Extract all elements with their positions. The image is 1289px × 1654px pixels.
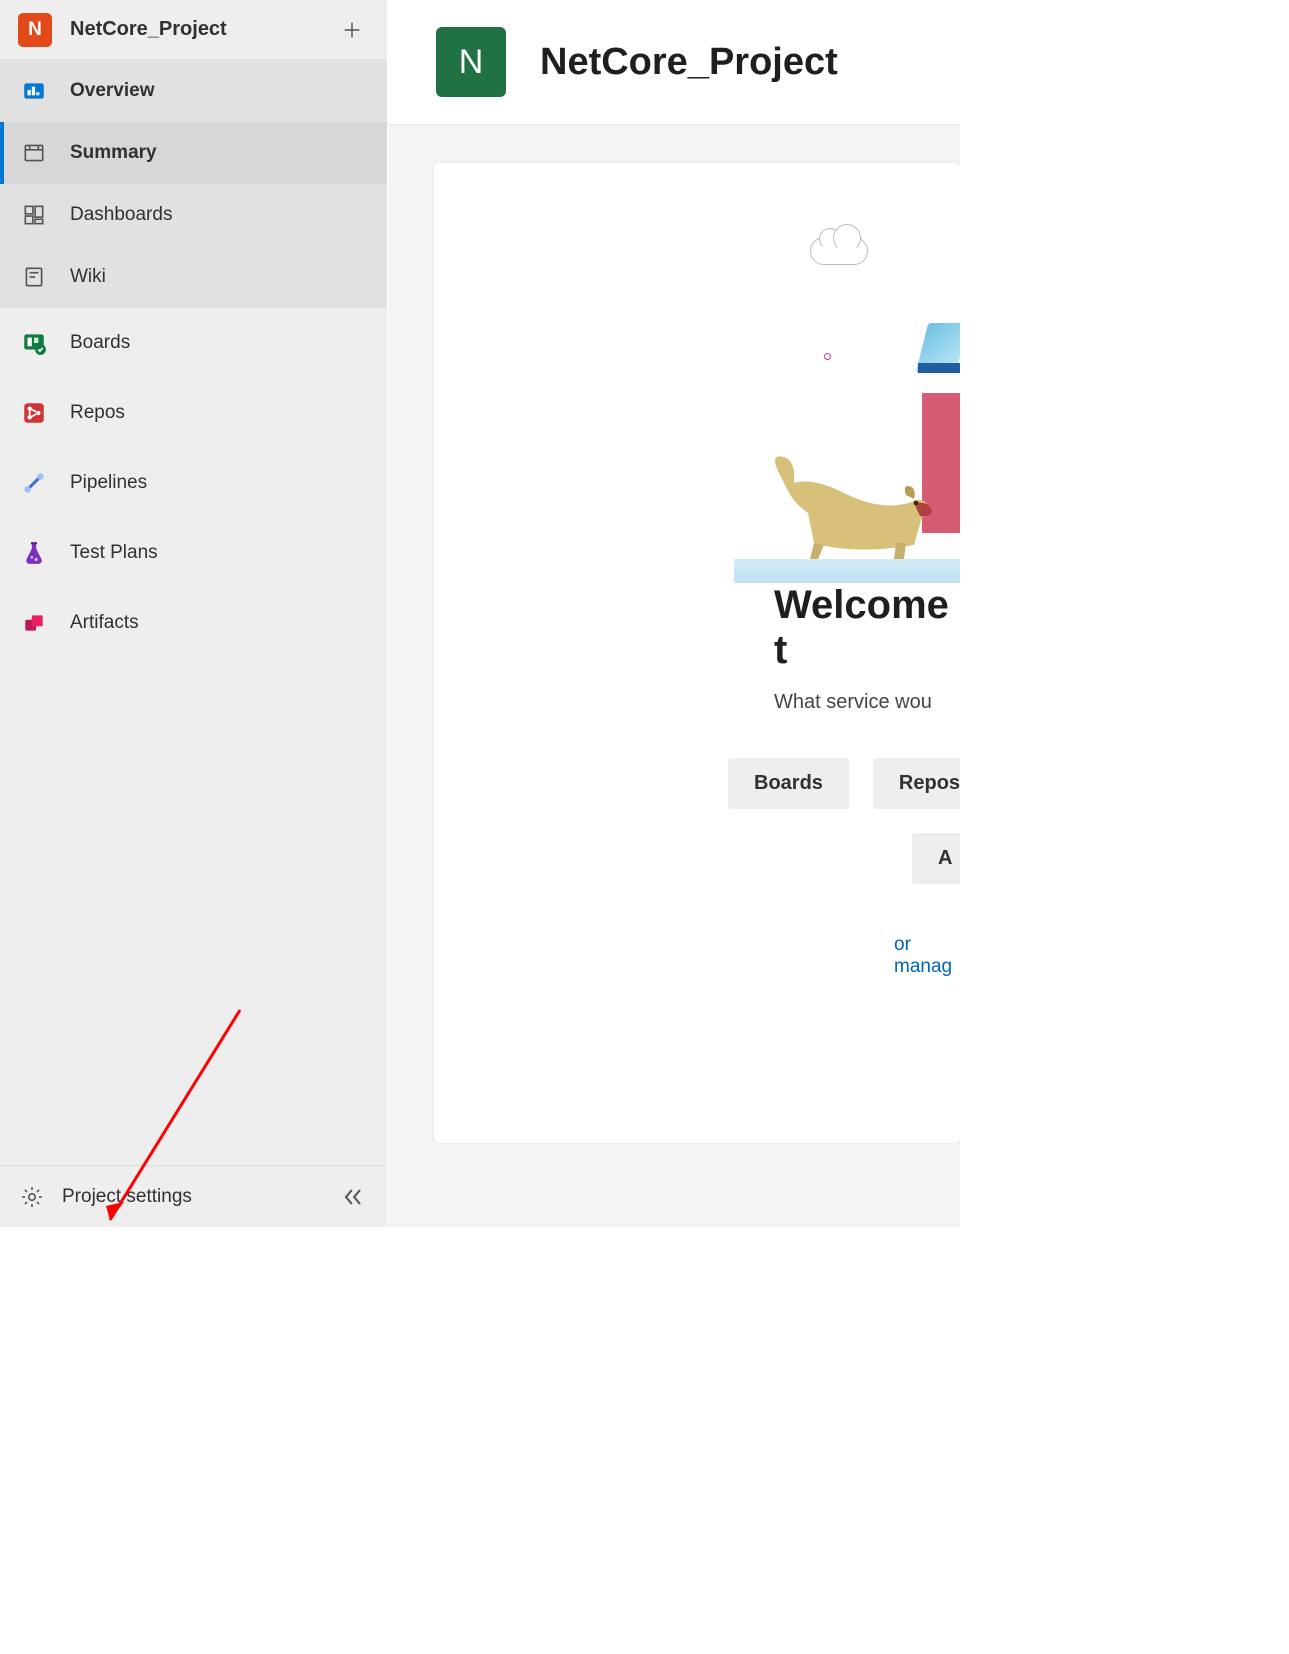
sidebar-item-label: Test Plans (70, 542, 369, 564)
service-button-boards[interactable]: Boards (728, 758, 849, 809)
nav-group-overview: Overview Summary Dashboards (0, 60, 387, 308)
sidebar-item-artifacts[interactable]: Artifacts (0, 588, 387, 658)
service-button-row: Boards Repos (434, 758, 960, 809)
welcome-block: Welcome t What service wou (434, 583, 960, 714)
manage-services-link[interactable]: or manag (894, 934, 952, 977)
service-button-row2: A (434, 833, 960, 884)
main-header: N NetCore_Project (388, 0, 960, 125)
project-settings-link[interactable]: Project settings (0, 1165, 387, 1227)
sidebar-item-repos[interactable]: Repos (0, 378, 387, 448)
sidebar-item-label: Boards (70, 332, 369, 354)
sidebar-item-label: Wiki (70, 266, 369, 288)
page-title: NetCore_Project (540, 41, 838, 84)
sidebar-item-label: Summary (70, 142, 369, 164)
pipelines-icon (18, 467, 50, 499)
service-button-more[interactable]: A (912, 833, 960, 884)
sidebar-item-label: Dashboards (70, 204, 369, 226)
project-settings-label: Project settings (62, 1186, 321, 1208)
main-body: Welcome t What service wou Boards Repos … (388, 125, 960, 1227)
project-badge: N (18, 13, 52, 47)
sidebar-item-label: Artifacts (70, 612, 369, 634)
dashboards-icon (18, 199, 50, 231)
project-name[interactable]: NetCore_Project (70, 18, 317, 41)
sidebar-item-overview[interactable]: Overview (0, 60, 387, 122)
sidebar-item-label: Repos (70, 402, 369, 424)
collapse-sidebar-button[interactable] (339, 1183, 367, 1211)
repos-icon (18, 397, 50, 429)
boards-icon (18, 327, 50, 359)
summary-icon (18, 137, 50, 169)
cloud-icon (810, 237, 868, 265)
sidebar: N NetCore_Project Overview Summary (0, 0, 388, 1227)
artifacts-icon (18, 607, 50, 639)
sidebar-item-testplans[interactable]: Test Plans (0, 518, 387, 588)
wiki-icon (18, 261, 50, 293)
overview-icon (18, 75, 50, 107)
main-content: N NetCore_Project (388, 0, 960, 1227)
plus-icon (341, 19, 363, 41)
new-item-button[interactable] (335, 13, 369, 47)
testplans-icon (18, 537, 50, 569)
welcome-subtext: What service wou (774, 691, 960, 714)
sidebar-item-summary[interactable]: Summary (0, 122, 387, 184)
nav-main-group: Boards Repos Pipelines (0, 308, 387, 658)
dog-illustration (764, 443, 944, 563)
project-header: N NetCore_Project (0, 0, 387, 60)
manage-link-row: or manag (434, 934, 960, 978)
sidebar-nav: Overview Summary Dashboards (0, 60, 387, 658)
sidebar-item-wiki[interactable]: Wiki (0, 246, 387, 308)
sidebar-item-boards[interactable]: Boards (0, 308, 387, 378)
sidebar-item-label: Overview (70, 80, 369, 102)
sidebar-item-label: Pipelines (70, 472, 369, 494)
sidebar-item-dashboards[interactable]: Dashboards (0, 184, 387, 246)
sidebar-item-pipelines[interactable]: Pipelines (0, 448, 387, 518)
gear-icon (20, 1185, 44, 1209)
project-avatar: N (436, 27, 506, 97)
decor-dot (824, 353, 831, 360)
service-button-repos[interactable]: Repos (873, 758, 960, 809)
welcome-illustration (434, 223, 960, 583)
welcome-card: Welcome t What service wou Boards Repos … (434, 163, 960, 1143)
welcome-heading: Welcome t (774, 583, 960, 673)
